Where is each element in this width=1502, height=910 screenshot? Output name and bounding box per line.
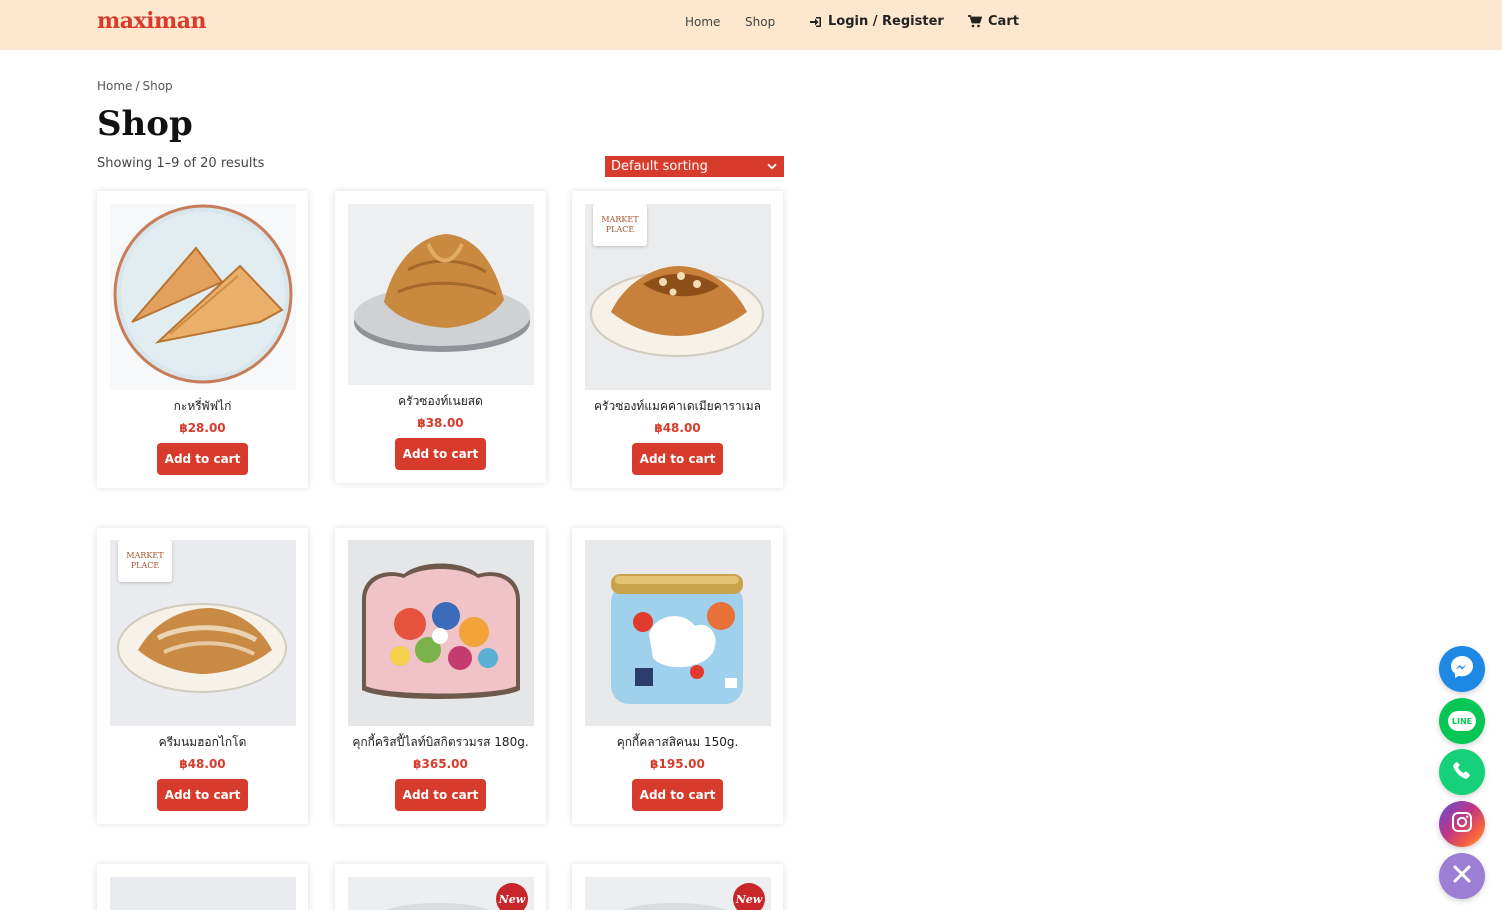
add-to-cart-button[interactable]: Add to cart xyxy=(157,443,248,475)
product-card[interactable]: MARKET PLACE ครีมนมฮอกไกโด ฿48.00 Add to… xyxy=(97,528,308,824)
product-image[interactable] xyxy=(110,877,296,910)
product-price: ฿28.00 xyxy=(179,421,226,435)
add-to-cart-button[interactable]: Add to cart xyxy=(157,779,248,811)
product-name[interactable]: ครัวซองท์เนยสด xyxy=(335,392,546,411)
marketplace-badge-top: MARKET xyxy=(601,215,639,224)
new-badge: New xyxy=(496,883,528,910)
marketplace-badge: MARKET PLACE xyxy=(118,540,172,582)
nav-cart-link[interactable]: Cart xyxy=(968,14,1019,29)
product-image[interactable]: New xyxy=(585,877,771,910)
sort-select[interactable]: Default sorting xyxy=(605,156,784,177)
page-title: Shop xyxy=(97,104,193,144)
add-to-cart-button[interactable]: Add to cart xyxy=(395,779,486,811)
sign-in-icon xyxy=(809,16,822,28)
add-to-cart-button[interactable]: Add to cart xyxy=(632,779,723,811)
nav-cart-label: Cart xyxy=(988,14,1019,29)
breadcrumb-home-link[interactable]: Home xyxy=(97,79,132,93)
nav-login-label: Login / Register xyxy=(828,14,944,29)
close-icon xyxy=(1453,865,1471,887)
messenger-button[interactable] xyxy=(1439,646,1485,692)
marketplace-badge-bottom: PLACE xyxy=(130,561,160,570)
line-icon: LINE xyxy=(1448,711,1476,731)
product-image[interactable]: New xyxy=(348,877,534,910)
product-card[interactable]: ครัวซองท์เนยสด ฿38.00 Add to cart xyxy=(335,191,546,483)
product-price: ฿48.00 xyxy=(654,421,701,435)
marketplace-badge: MARKET PLACE xyxy=(593,204,647,246)
add-to-cart-button[interactable]: Add to cart xyxy=(395,438,486,470)
product-name[interactable]: ครัวซองท์แมคคาเดเมียคาราเมล xyxy=(572,397,783,416)
product-image[interactable] xyxy=(348,204,534,385)
nav-login-link[interactable]: Login / Register xyxy=(809,14,944,29)
product-name[interactable]: ครีมนมฮอกไกโด xyxy=(97,733,308,752)
product-price: ฿48.00 xyxy=(179,757,226,771)
cart-icon xyxy=(968,15,982,28)
result-count: Showing 1–9 of 20 results xyxy=(97,156,265,171)
site-header: maximan Home Shop Login / Register Cart xyxy=(0,0,1502,50)
marketplace-badge-bottom: PLACE xyxy=(605,225,635,234)
marketplace-badge-top: MARKET xyxy=(126,551,164,560)
product-name[interactable]: กะหรี่พัฟไก่ xyxy=(97,397,308,416)
instagram-icon xyxy=(1451,811,1473,837)
add-to-cart-button[interactable]: Add to cart xyxy=(632,443,723,475)
sort-select-value: Default sorting xyxy=(611,159,708,174)
product-image[interactable]: MARKET PLACE xyxy=(110,540,296,726)
instagram-button[interactable] xyxy=(1439,801,1485,847)
product-price: ฿195.00 xyxy=(650,757,705,771)
site-logo[interactable]: maximan xyxy=(97,8,207,34)
messenger-icon xyxy=(1449,654,1475,684)
product-card[interactable]: New xyxy=(572,864,783,910)
nav-shop-link[interactable]: Shop xyxy=(745,15,775,29)
product-card[interactable]: คุกกี้คลาสสิคนม 150g. ฿195.00 Add to car… xyxy=(572,528,783,824)
product-card[interactable] xyxy=(97,864,308,910)
breadcrumb: Home / Shop xyxy=(97,79,173,93)
close-contact-button[interactable] xyxy=(1439,853,1485,899)
new-badge: New xyxy=(733,883,765,910)
nav-home-link[interactable]: Home xyxy=(685,15,720,29)
product-image[interactable] xyxy=(585,540,771,726)
line-button[interactable]: LINE xyxy=(1439,698,1485,744)
phone-button[interactable] xyxy=(1439,749,1485,795)
product-price: ฿38.00 xyxy=(417,416,464,430)
product-name[interactable]: คุกกี้คลาสสิคนม 150g. xyxy=(572,733,783,752)
product-image[interactable] xyxy=(348,540,534,726)
product-card[interactable]: คุกกี้คริสปี้ไลท์บิสกิตรวมรส 180g. ฿365.… xyxy=(335,528,546,824)
product-image[interactable]: MARKET PLACE xyxy=(585,204,771,390)
product-price: ฿365.00 xyxy=(413,757,468,771)
product-card[interactable]: New xyxy=(335,864,546,910)
product-image[interactable] xyxy=(110,204,296,390)
product-card[interactable]: MARKET PLACE ครัวซองท์แมคคาเดเมียคาราเมล… xyxy=(572,191,783,488)
product-name[interactable]: คุกกี้คริสปี้ไลท์บิสกิตรวมรส 180g. xyxy=(335,733,546,752)
chevron-down-icon xyxy=(767,159,777,174)
product-card[interactable]: กะหรี่พัฟไก่ ฿28.00 Add to cart xyxy=(97,191,308,488)
phone-icon xyxy=(1450,758,1474,786)
breadcrumb-current: Shop xyxy=(142,79,173,93)
breadcrumb-separator: / xyxy=(135,79,140,93)
